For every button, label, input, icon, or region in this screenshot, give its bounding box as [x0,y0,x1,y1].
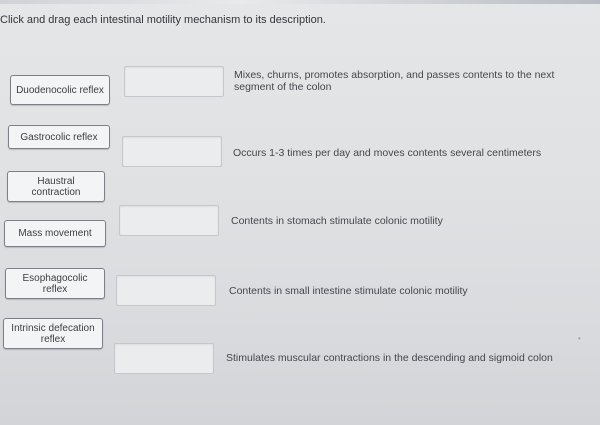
chip-label: Mass movement [18,228,92,239]
instruction-text: Click and drag each intestinal motility … [0,14,326,26]
description-2: Occurs 1-3 times per day and moves conte… [233,147,542,159]
chip-esophagocolic-reflex[interactable]: Esophagocolic reflex [5,268,105,299]
chip-label: Intrinsic defecation reflex [11,322,95,345]
description-1: Mixes, churns, promotes absorption, and … [234,69,555,93]
scroll-marker: • [578,334,581,343]
chip-intrinsic-defecation-reflex[interactable]: Intrinsic defecation reflex [3,318,103,349]
drop-target-2[interactable] [122,136,222,167]
chip-duodenocolic-reflex[interactable]: Duodenocolic reflex [10,75,110,105]
top-edge [0,0,600,4]
drop-target-1[interactable] [124,66,224,97]
chip-label: Haustral contraction [31,175,81,198]
chip-label: Gastrocolic reflex [20,131,98,143]
description-5: Stimulates muscular contractions in the … [226,352,553,364]
chip-label: Duodenocolic reflex [16,84,104,96]
chip-mass-movement[interactable]: Mass movement [4,220,106,247]
chip-haustral-contraction[interactable]: Haustral contraction [7,171,105,202]
drop-target-5[interactable] [114,343,214,374]
drop-target-4[interactable] [116,275,216,306]
chip-gastrocolic-reflex[interactable]: Gastrocolic reflex [8,125,110,149]
drop-target-3[interactable] [119,205,219,236]
chip-label: Esophagocolic reflex [22,272,88,295]
description-3: Contents in stomach stimulate colonic mo… [231,215,443,227]
description-4: Contents in small intestine stimulate co… [229,285,468,297]
